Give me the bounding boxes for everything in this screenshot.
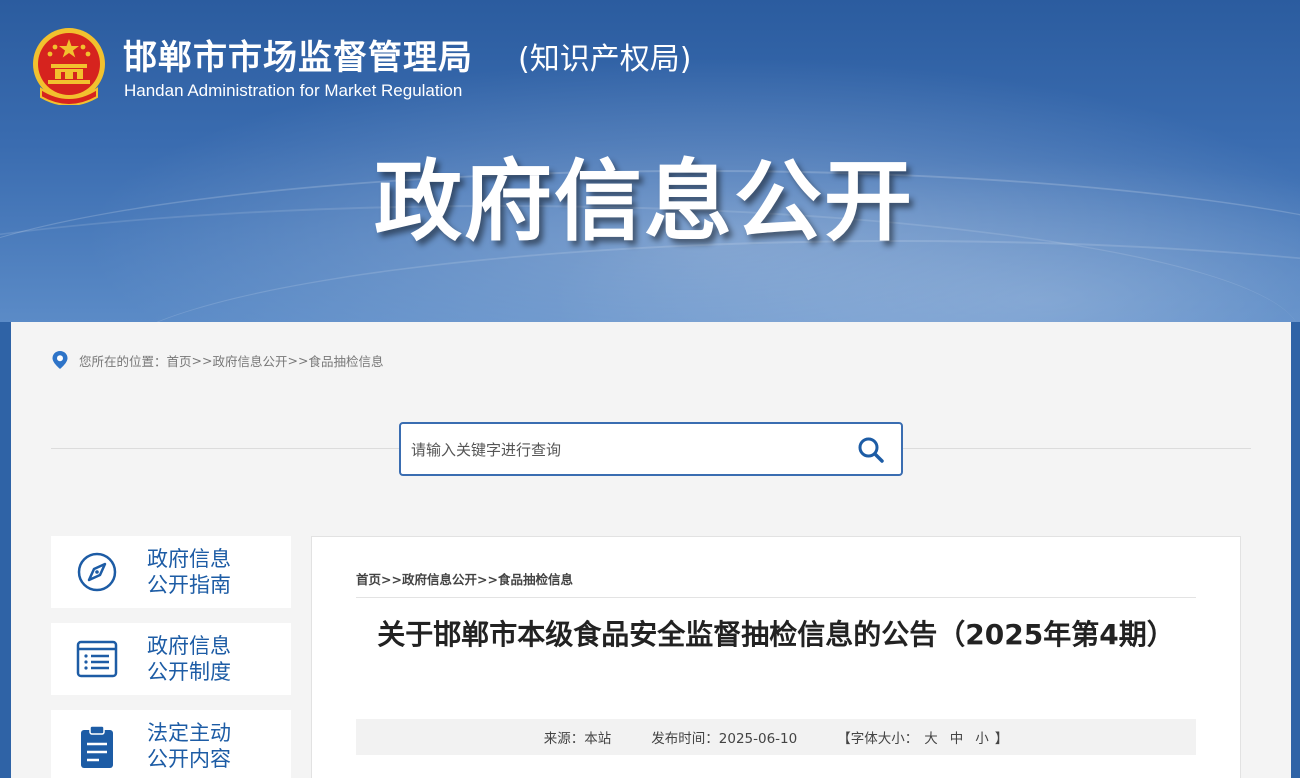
- sidebar-item-disclosure-system[interactable]: 政府信息 公开制度: [51, 623, 291, 695]
- location-pin-icon: [52, 351, 68, 369]
- header-banner: 邯郸市市场监督管理局 (知识产权局) Handan Administration…: [0, 0, 1300, 322]
- article-breadcrumb: 首页>>政府信息公开>>食品抽检信息: [356, 569, 573, 588]
- sidebar-item-statutory-content[interactable]: 法定主动 公开内容: [51, 710, 291, 778]
- article-meta-bar: 来源：本站 发布时间：2025-06-10 【字体大小： 大 中 小 】: [356, 719, 1196, 755]
- document-list-icon: [76, 640, 118, 678]
- breadcrumb-separator: >>: [476, 572, 498, 587]
- font-size-large-button[interactable]: 大: [924, 727, 938, 747]
- breadcrumb-separator: >>: [287, 352, 309, 368]
- breadcrumb-link-home[interactable]: 首页: [167, 351, 192, 370]
- national-emblem-icon: [33, 28, 105, 105]
- article-date: 发布时间：2025-06-10: [651, 731, 798, 747]
- sidebar-item-label: 法定主动 公开内容: [147, 720, 267, 772]
- article-panel: 首页>>政府信息公开>>食品抽检信息 关于邯郸市本级食品安全监督抽检信息的公告（…: [311, 536, 1241, 778]
- main-panel: 您所在的位置： 首页 >> 政府信息公开 >> 食品抽检信息 政府信息 公开指南: [11, 322, 1291, 778]
- compass-icon: [77, 552, 117, 592]
- article-breadcrumb-food-inspection[interactable]: 食品抽检信息: [498, 572, 573, 587]
- search-input[interactable]: [411, 436, 831, 464]
- sidebar-label-line: 政府信息: [147, 634, 231, 658]
- font-size-label: 【字体大小：: [837, 731, 919, 747]
- breadcrumb-prefix: 您所在的位置：: [79, 353, 167, 369]
- sidebar-label-line: 公开制度: [147, 660, 231, 684]
- clipboard-icon: [81, 725, 113, 768]
- search-icon[interactable]: [857, 436, 885, 464]
- article-breadcrumb-home[interactable]: 首页: [356, 572, 381, 587]
- sidebar-item-label: 政府信息 公开指南: [147, 546, 267, 598]
- sidebar-label-line: 法定主动: [147, 721, 231, 745]
- sidebar-label-line: 公开指南: [147, 573, 231, 597]
- breadcrumb-separator: >>: [191, 352, 213, 368]
- article-breadcrumb-gov-info[interactable]: 政府信息公开: [402, 572, 477, 587]
- page-title: 政府信息公开: [374, 150, 915, 253]
- sidebar-item-label: 政府信息 公开制度: [147, 633, 267, 685]
- site-english-name: Handan Administration for Market Regulat…: [124, 81, 463, 100]
- article-source: 来源：本站: [543, 731, 612, 747]
- font-size-small-button[interactable]: 小: [975, 727, 989, 747]
- breadcrumb: 您所在的位置： 首页 >> 政府信息公开 >> 食品抽检信息: [51, 349, 383, 371]
- article-title: 关于邯郸市本级食品安全监督抽检信息的公告（2025年第4期）: [377, 618, 1175, 651]
- font-size-medium-button[interactable]: 中: [950, 727, 964, 747]
- sidebar-label-line: 公开内容: [147, 747, 231, 771]
- search-box: [399, 422, 903, 476]
- breadcrumb-separator: >>: [381, 572, 402, 587]
- divider: [356, 597, 1196, 598]
- breadcrumb-link-gov-info[interactable]: 政府信息公开: [212, 351, 287, 370]
- breadcrumb-link-food-inspection[interactable]: 食品抽检信息: [308, 351, 383, 370]
- font-size-label-end: 】: [994, 731, 1009, 747]
- site-subtitle: (知识产权局): [518, 42, 692, 77]
- sidebar-item-disclosure-guide[interactable]: 政府信息 公开指南: [51, 536, 291, 608]
- site-name: 邯郸市市场监督管理局: [123, 38, 473, 78]
- sidebar-label-line: 政府信息: [147, 547, 231, 571]
